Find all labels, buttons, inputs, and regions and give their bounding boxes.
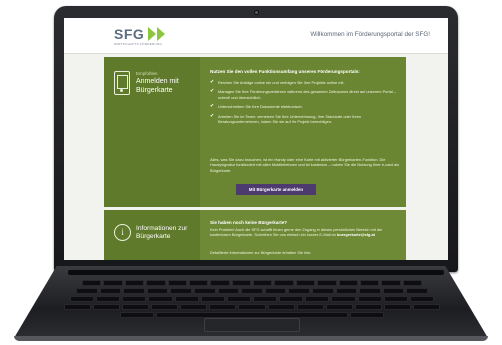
- laptop-screen: SFG WIRTSCHAFTS FÖRDERUNG Willkommen im …: [64, 18, 448, 260]
- logo-text: SFG: [114, 26, 145, 42]
- site-header: SFG WIRTSCHAFTS FÖRDERUNG Willkommen im …: [64, 18, 448, 54]
- sfg-logo[interactable]: SFG WIRTSCHAFTS FÖRDERUNG: [114, 26, 184, 48]
- touchpad: [204, 318, 300, 332]
- list-item: ✔ Managen Sie Ihre Förderungsverfahren w…: [210, 89, 400, 100]
- logo-chevron-icon: [148, 27, 156, 41]
- login-card-body: Nutzen Sie den vollen Funktionsumfang un…: [200, 57, 406, 207]
- check-icon: ✔: [210, 112, 215, 119]
- list-item: ✔ Arbeiten Sie im Team: vernetzen Sie Ih…: [210, 112, 400, 125]
- logo-subtitle: WIRTSCHAFTS FÖRDERUNG: [114, 42, 163, 46]
- page-title: Willkommen im Förderungsportal der SFG!: [310, 31, 430, 38]
- info-card-body: Sie haben noch keine Bürgerkarte? Kein P…: [200, 210, 406, 260]
- check-icon: ✔: [210, 88, 215, 95]
- info-question: Sie haben noch keine Bürgerkarte?: [210, 220, 288, 225]
- check-icon: ✔: [210, 103, 215, 110]
- check-icon: ✔: [210, 79, 215, 85]
- keyboard-row: [76, 288, 428, 294]
- login-note: Alles, was Sie dazu brauchen, ist ein Ha…: [210, 157, 400, 173]
- logo-chevron-icon: [157, 27, 165, 41]
- info-icon: i: [114, 224, 131, 241]
- info-text: Kein Problem! Auch die SFG schafft Ihnen…: [210, 227, 400, 238]
- benefit-text: Arbeiten Sie im Team: vernetzen Sie Ihre…: [218, 113, 362, 125]
- login-with-buergerkarte-button[interactable]: Mit Bürgerkarte anmelden: [236, 184, 316, 195]
- mobile-phone-icon: [114, 71, 130, 95]
- webcam: [254, 10, 259, 15]
- email-link[interactable]: buergerkarte@sfg.at: [337, 232, 375, 237]
- info-card-sidebar: i Informationen zur Bürgerkarte: [104, 210, 200, 260]
- benefit-list: ✔ Reichen Sie Anträge online ein und ver…: [210, 80, 400, 128]
- benefit-text: Unterschreiben Sie Ihre Dokumente elektr…: [218, 104, 303, 110]
- benefit-text: Reichen Sie Anträge online ein und verfo…: [218, 80, 345, 85]
- info-card: i Informationen zur Bürgerkarte Sie habe…: [104, 210, 406, 260]
- list-item: ✔ Reichen Sie Anträge online ein und ver…: [210, 79, 400, 86]
- keyboard-row: [64, 304, 441, 310]
- info-title: Informationen zur Bürgerkarte: [136, 225, 188, 240]
- more-info-link[interactable]: Detaillierte Informationen zur Bürgerkar…: [210, 250, 400, 255]
- benefit-text: Managen Sie Ihre Förderungsverfahren wäh…: [218, 89, 396, 100]
- list-item: ✔ Unterschreiben Sie Ihre Dokumente elek…: [210, 103, 400, 110]
- login-intro: Nutzen Sie den vollen Funktionsumfang un…: [210, 69, 360, 74]
- laptop-hinge: [68, 270, 444, 275]
- login-card-sidebar: Empfohlen Anmelden mit Bürgerkarte: [104, 57, 200, 207]
- keyboard-row: [70, 296, 434, 302]
- login-kicker: Empfohlen: [136, 71, 158, 76]
- login-card: Empfohlen Anmelden mit Bürgerkarte Nutze…: [104, 57, 406, 207]
- keyboard-row: [82, 280, 422, 286]
- laptop-front-edge: [14, 336, 488, 341]
- login-title: Anmelden mit Bürgerkarte: [136, 78, 179, 94]
